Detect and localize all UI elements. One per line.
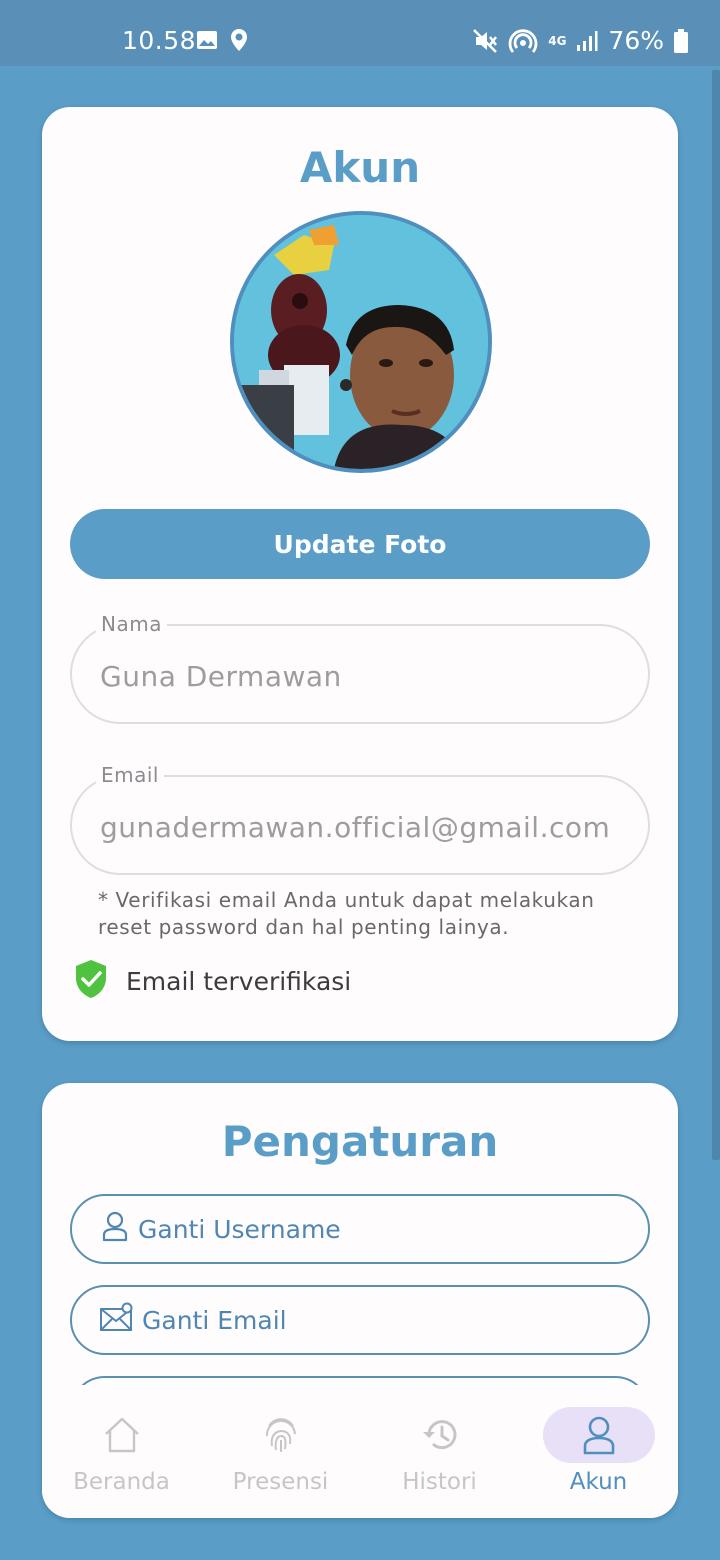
mute-icon — [472, 28, 498, 54]
account-card: Akun Update Foto Nama Guna Dermawan Emai… — [42, 107, 678, 1041]
verified-text: Email terverifikasi — [126, 966, 352, 996]
update-photo-button[interactable]: Update Foto — [70, 509, 650, 579]
mail-icon — [100, 1302, 134, 1338]
battery-icon — [674, 28, 688, 53]
status-bar: 10.58 4G 76% — [0, 0, 720, 66]
nav-item-histori[interactable]: Histori — [360, 1385, 519, 1518]
change-email-button[interactable]: Ganti Email — [70, 1285, 650, 1355]
account-icon — [542, 1407, 655, 1463]
email-field[interactable]: Email gunadermawan.official@gmail.com — [70, 763, 650, 875]
nav-label-histori: Histori — [402, 1469, 477, 1495]
name-field-value: Guna Dermawan — [100, 660, 342, 693]
hotspot-icon — [508, 28, 538, 54]
nav-label-presensi: Presensi — [232, 1469, 329, 1495]
settings-card: Pengaturan Ganti Username Ganti Email Be… — [42, 1083, 678, 1518]
battery-percent: 76% — [608, 26, 664, 55]
nav-label-beranda: Beranda — [73, 1469, 170, 1495]
history-icon — [384, 1407, 496, 1463]
user-icon — [100, 1210, 130, 1248]
email-field-label: Email — [96, 763, 164, 787]
fingerprint-icon — [225, 1407, 337, 1463]
network-type: 4G — [548, 33, 567, 48]
email-verified-status: Email terverifikasi — [74, 959, 351, 1003]
gallery-icon — [196, 30, 218, 54]
page-title: Akun — [299, 143, 421, 192]
name-field-label: Nama — [96, 612, 167, 636]
nav-item-akun[interactable]: Akun — [519, 1385, 678, 1518]
name-field[interactable]: Nama Guna Dermawan — [70, 612, 650, 724]
nav-label-akun: Akun — [569, 1469, 628, 1495]
verified-shield-icon — [74, 959, 108, 1003]
home-icon — [66, 1407, 178, 1463]
location-icon — [230, 28, 248, 56]
verify-note: * Verifikasi email Anda untuk dapat mela… — [98, 888, 595, 939]
change-username-label: Ganti Username — [138, 1214, 341, 1244]
status-time: 10.58 — [122, 26, 197, 55]
signal-icon — [576, 30, 598, 52]
scrollbar[interactable] — [712, 70, 720, 1160]
change-email-label: Ganti Email — [142, 1305, 287, 1335]
avatar[interactable] — [230, 211, 492, 473]
email-field-value: gunadermawan.official@gmail.com — [100, 811, 611, 844]
settings-title: Pengaturan — [221, 1117, 499, 1166]
nav-item-beranda[interactable]: Beranda — [42, 1385, 201, 1518]
bottom-navigation: Beranda Presensi Histori Akun — [42, 1385, 678, 1518]
change-username-button[interactable]: Ganti Username — [70, 1194, 650, 1264]
nav-item-presensi[interactable]: Presensi — [201, 1385, 360, 1518]
